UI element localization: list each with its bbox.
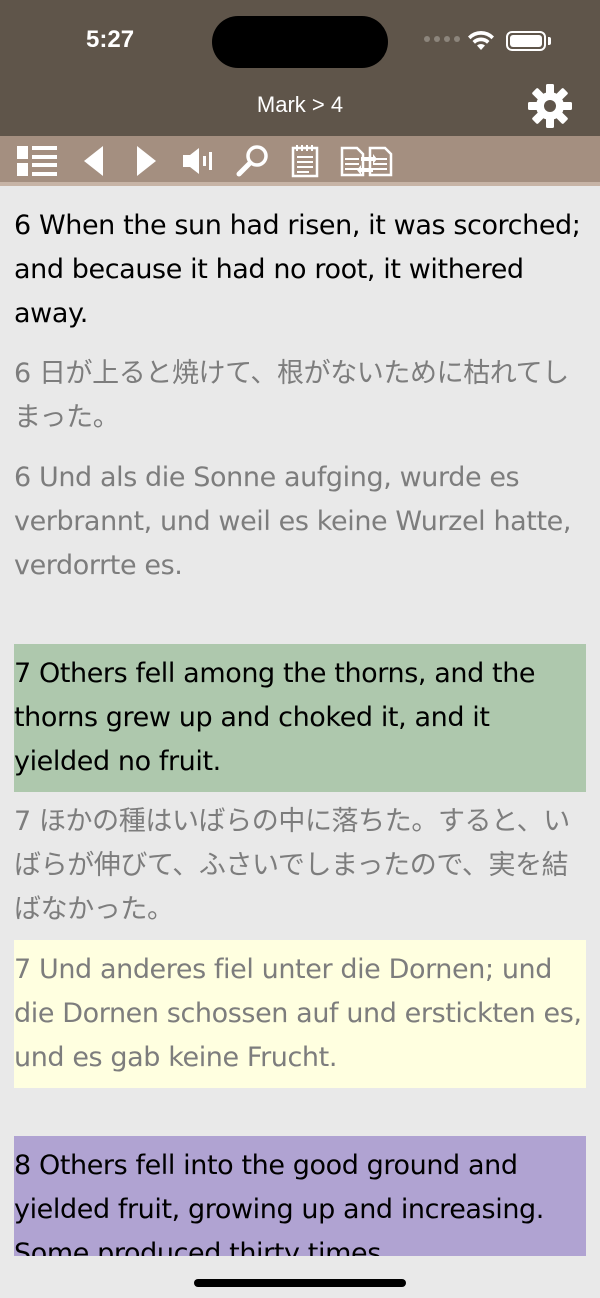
verse-8-english[interactable]: 8 Others fell into the good ground and y…: [14, 1136, 586, 1256]
verse-6-german[interactable]: 6 Und als die Sonne aufging, wurde es ve…: [14, 448, 586, 596]
settings-button[interactable]: [526, 82, 574, 130]
audio-button[interactable]: [180, 142, 218, 180]
compare-icon: [340, 146, 393, 177]
home-indicator[interactable]: [194, 1279, 406, 1287]
notes-button[interactable]: [288, 142, 322, 180]
verse-7-japanese[interactable]: 7 ほかの種はいばらの中に落ちた。すると、いばらが伸びて、ふさいでしまったので、…: [14, 792, 586, 940]
list-icon: [17, 146, 57, 176]
toolbar: [0, 136, 600, 186]
battery-icon: [506, 31, 546, 51]
search-button[interactable]: [234, 142, 272, 180]
verse-list[interactable]: 6 When the sun had risen, it was scorche…: [14, 196, 586, 1256]
list-button[interactable]: [14, 142, 60, 180]
speaker-icon: [183, 148, 212, 174]
status-icons: [424, 28, 554, 54]
verse-7-german[interactable]: 7 Und anderes fiel unter die Dornen; und…: [14, 940, 586, 1088]
compare-button[interactable]: [338, 142, 396, 180]
previous-chapter-button[interactable]: [78, 142, 110, 180]
verse-7-english[interactable]: 7 Others fell among the thorns, and the …: [14, 644, 586, 792]
verse-6-japanese[interactable]: 6 日が上ると焼けて、根がないために枯れてしまった。: [14, 344, 586, 448]
notepad-icon: [291, 145, 319, 178]
top-bar: 5:27 Mark > 4: [0, 0, 600, 136]
status-time: 5:27: [86, 26, 135, 53]
prev-arrow-icon: [84, 146, 103, 176]
verse-6-english[interactable]: 6 When the sun had risen, it was scorche…: [14, 196, 586, 344]
next-arrow-icon: [137, 146, 156, 176]
cellular-signal-icon: [424, 36, 460, 42]
dynamic-island: [212, 16, 388, 68]
page-title: Mark > 4: [256, 92, 344, 117]
next-chapter-button[interactable]: [130, 142, 162, 180]
gear-icon: [528, 84, 572, 128]
wifi-icon: [468, 30, 494, 50]
search-icon: [236, 145, 268, 177]
